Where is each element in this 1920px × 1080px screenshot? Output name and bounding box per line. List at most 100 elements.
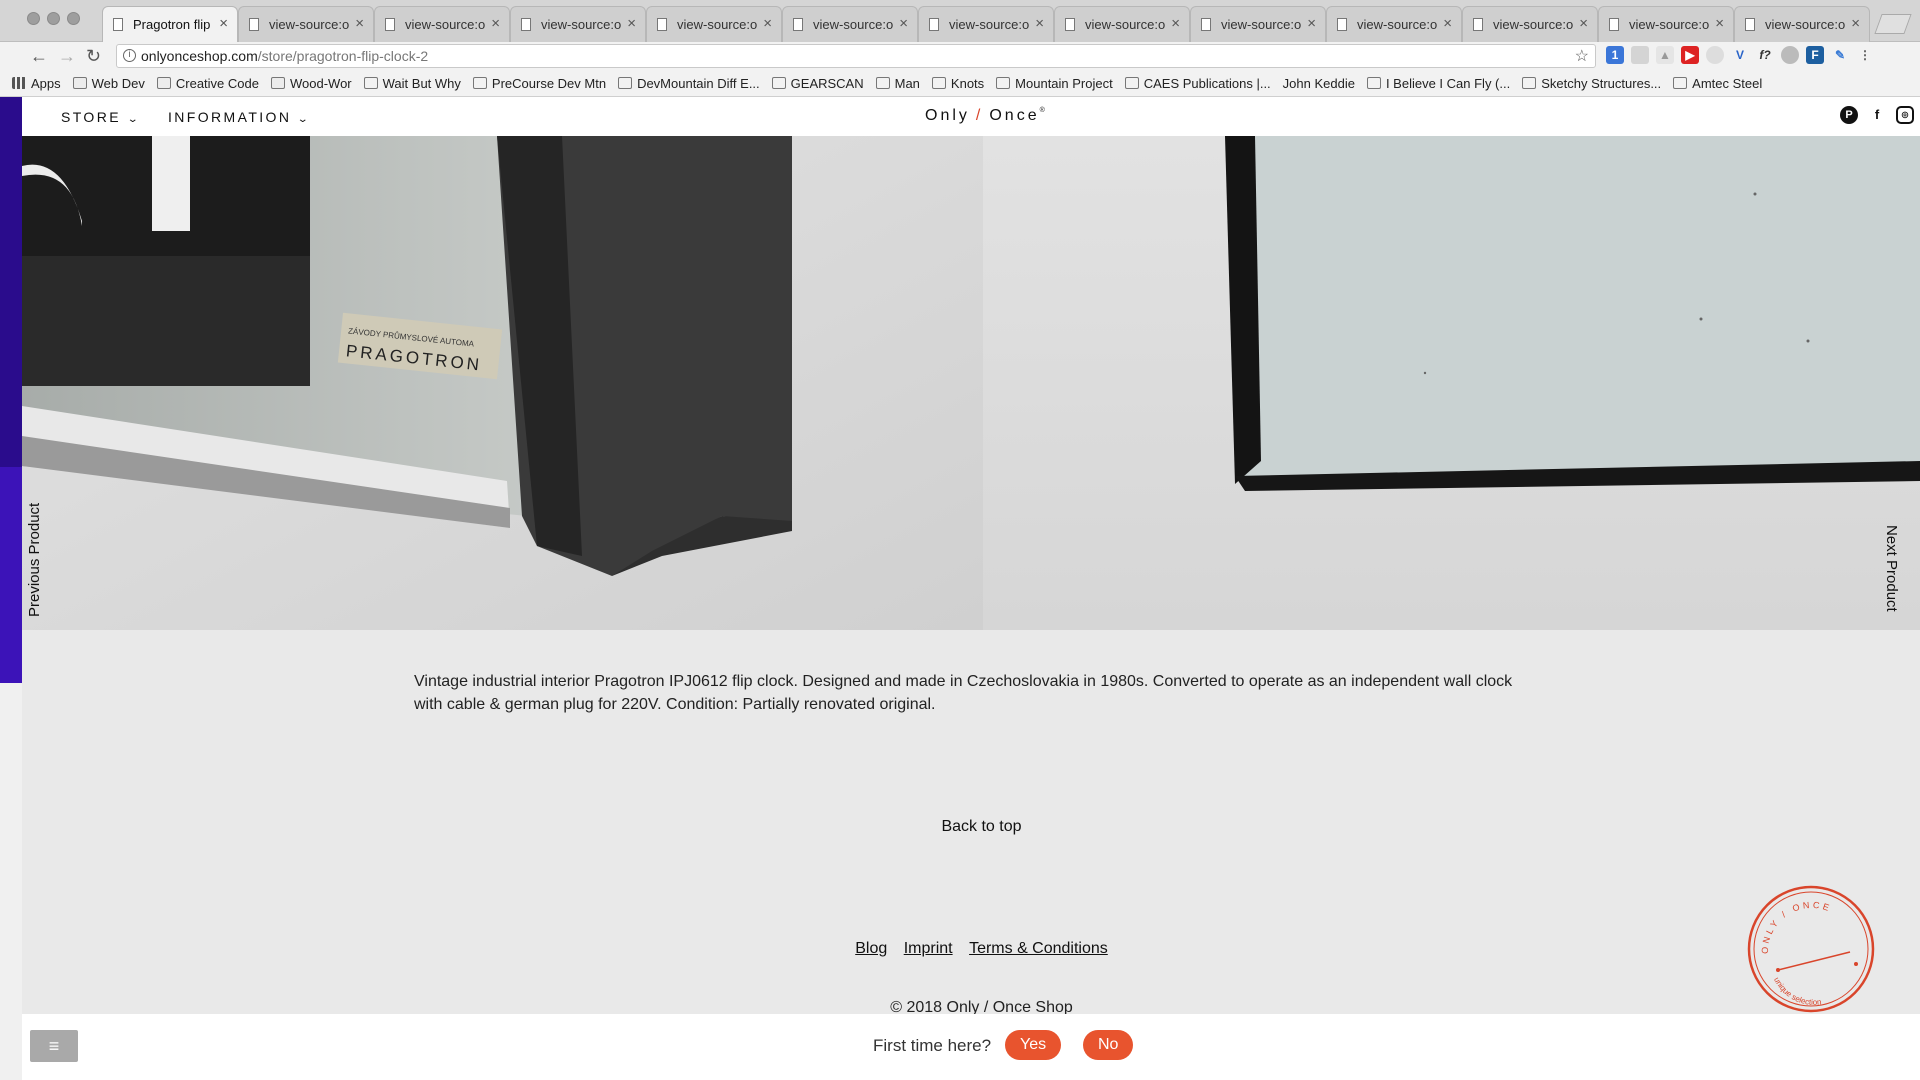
information-menu[interactable]: INFORMATION ⌄ — [168, 109, 310, 125]
tab-active[interactable]: Pragotron flip × — [102, 6, 238, 43]
close-icon[interactable]: × — [1851, 15, 1860, 32]
tab[interactable]: view-source:o × — [918, 6, 1054, 42]
reload-icon[interactable]: ↻ — [86, 46, 101, 67]
page-icon — [1673, 77, 1688, 89]
stamp-top-text: ONLY / ONCE — [1760, 900, 1831, 954]
bookmark-item[interactable]: Creative Code — [156, 75, 259, 91]
tab-strip: Pragotron flip × view-source:o × view-source… — [0, 0, 1920, 43]
bookmark-item[interactable]: GEARSCAN — [771, 76, 864, 91]
product-photo-left[interactable]: ZÁVODY PRŮMYSLOVÉ AUTOMA PRAGOTRON — [22, 136, 983, 630]
close-icon[interactable]: × — [763, 15, 772, 32]
close-icon[interactable]: × — [1715, 15, 1724, 32]
tab[interactable]: view-source:o × — [1462, 6, 1598, 42]
page-icon — [875, 77, 890, 89]
page-icon — [1609, 18, 1619, 31]
tab[interactable]: view-source:o × — [238, 6, 374, 42]
bookmark-label: Creative Code — [175, 75, 259, 91]
facebook-icon[interactable]: f — [1868, 106, 1886, 124]
extension-bug-icon[interactable] — [1781, 46, 1799, 64]
close-icon[interactable]: × — [355, 15, 364, 32]
bookmark-item[interactable]: I Believe I Can Fly (... — [1366, 75, 1511, 91]
info-icon[interactable]: i — [123, 49, 136, 62]
extension-v-icon[interactable]: V — [1731, 46, 1749, 64]
close-icon[interactable]: × — [219, 15, 228, 32]
address-bar[interactable]: i onlyonceshop.com/store/pragotron-flip-… — [116, 44, 1596, 68]
back-icon[interactable]: ← — [30, 46, 48, 67]
flip-clock-photo: ZÁVODY PRŮMYSLOVÉ AUTOMA PRAGOTRON — [22, 136, 983, 630]
tab[interactable]: view-source:o × — [510, 6, 646, 42]
bookmark-item[interactable]: Apps — [12, 76, 61, 91]
bookmark-label: John Keddie — [1282, 75, 1355, 91]
blog-link[interactable]: Blog — [855, 940, 887, 957]
extension-pen-icon[interactable]: ✎ — [1831, 46, 1849, 64]
back-to-top-label[interactable]: Back to top — [941, 818, 1021, 835]
bookmark-item[interactable]: Man — [875, 76, 920, 91]
close-icon[interactable]: × — [1579, 15, 1588, 32]
close-icon[interactable]: × — [491, 15, 500, 32]
bookmark-item[interactable]: Knots — [931, 76, 984, 91]
menu-icon[interactable]: ⋮ — [1856, 46, 1874, 64]
store-menu[interactable]: STORE ⌄ — [61, 109, 140, 125]
minimize-window-button[interactable] — [47, 12, 60, 25]
page-icon — [1522, 77, 1537, 89]
previous-product-link[interactable]: Previous Product — [26, 503, 43, 617]
no-button[interactable]: No — [1083, 1030, 1134, 1060]
product-photo-right[interactable] — [983, 136, 1920, 630]
stamp-logo-icon: ONLY / ONCE unique selection — [1747, 885, 1875, 1013]
page-icon — [113, 18, 123, 31]
site-logo[interactable]: Only / Once® — [925, 107, 1048, 125]
bookmark-item[interactable]: John Keddie — [1283, 76, 1355, 91]
back-to-top-link: Back to top — [0, 818, 1920, 836]
extension-grid-icon[interactable] — [1631, 46, 1649, 64]
bookmark-item[interactable]: PreCourse Dev Mtn — [472, 76, 606, 91]
close-icon[interactable]: × — [1443, 15, 1452, 32]
close-icon[interactable]: × — [1035, 15, 1044, 32]
site-badge-icon[interactable]: ≡ — [30, 1030, 78, 1062]
extension-triangle-icon[interactable]: ▲ — [1656, 46, 1674, 64]
youtube-icon[interactable]: ▶ — [1681, 46, 1699, 64]
bookmark-label: Apps — [31, 75, 61, 91]
tab[interactable]: view-source:o × — [646, 6, 782, 42]
extension-icons: 1 ▲ ▶ V f? F ✎ ⋮ — [1606, 46, 1874, 64]
tab[interactable]: view-source:o × — [782, 6, 918, 42]
next-product-link[interactable]: Next Product — [1883, 525, 1900, 612]
bookmark-label: I Believe I Can Fly (... — [1385, 75, 1511, 91]
bookmark-item[interactable]: CAES Publications |... — [1124, 76, 1271, 91]
bookmark-star-icon[interactable]: ☆ — [1575, 46, 1589, 66]
close-icon[interactable]: × — [1171, 15, 1180, 32]
extension-f-icon[interactable]: f? — [1756, 46, 1774, 64]
extension-badge-icon[interactable]: 1 — [1606, 46, 1624, 64]
bookmark-item[interactable]: Amtec Steel — [1673, 76, 1762, 91]
tab[interactable]: view-source:o × — [374, 6, 510, 42]
close-icon[interactable]: × — [899, 15, 908, 32]
tab[interactable]: view-source:o × — [1054, 6, 1190, 42]
browser-chrome: Pragotron flip × view-source:o × view-source… — [0, 0, 1920, 97]
bookmark-item[interactable]: Wood-Wor — [270, 76, 352, 91]
bookmark-item[interactable]: Wait But Why — [363, 76, 461, 91]
forward-icon[interactable]: → — [58, 46, 76, 67]
extension-circle-icon[interactable] — [1706, 46, 1724, 64]
terms-link[interactable]: Terms & Conditions — [969, 940, 1108, 957]
bookmark-item[interactable]: Web Dev — [72, 76, 145, 91]
only-once-stamp[interactable]: ONLY / ONCE unique selection — [1746, 884, 1876, 1014]
bookmark-item[interactable]: DevMountain Diff E... — [618, 76, 760, 91]
close-icon[interactable]: × — [627, 15, 636, 32]
close-window-button[interactable] — [27, 12, 40, 25]
tab[interactable]: view-source:o × — [1734, 6, 1870, 42]
instagram-icon[interactable]: ◎ — [1896, 106, 1914, 124]
close-icon[interactable]: × — [1307, 15, 1316, 32]
pinterest-icon[interactable]: P — [1840, 106, 1858, 124]
tab-label: view-source:o — [269, 17, 350, 32]
extension-f-box-icon[interactable]: F — [1806, 46, 1824, 64]
bookmark-item[interactable]: Mountain Project — [996, 76, 1113, 91]
tab[interactable]: view-source:o × — [1326, 6, 1462, 42]
bookmark-label: Sketchy Structures... — [1541, 75, 1662, 91]
zoom-window-button[interactable] — [67, 12, 80, 25]
yes-button[interactable]: Yes — [1005, 1030, 1062, 1060]
tab[interactable]: view-source:o × — [1598, 6, 1734, 42]
bookmark-item[interactable]: Sketchy Structures... — [1522, 76, 1661, 91]
imprint-link[interactable]: Imprint — [904, 940, 953, 957]
new-tab-button[interactable] — [1874, 14, 1912, 34]
tab[interactable]: view-source:o × — [1190, 6, 1326, 42]
flip-clock-side-photo — [983, 136, 1920, 630]
